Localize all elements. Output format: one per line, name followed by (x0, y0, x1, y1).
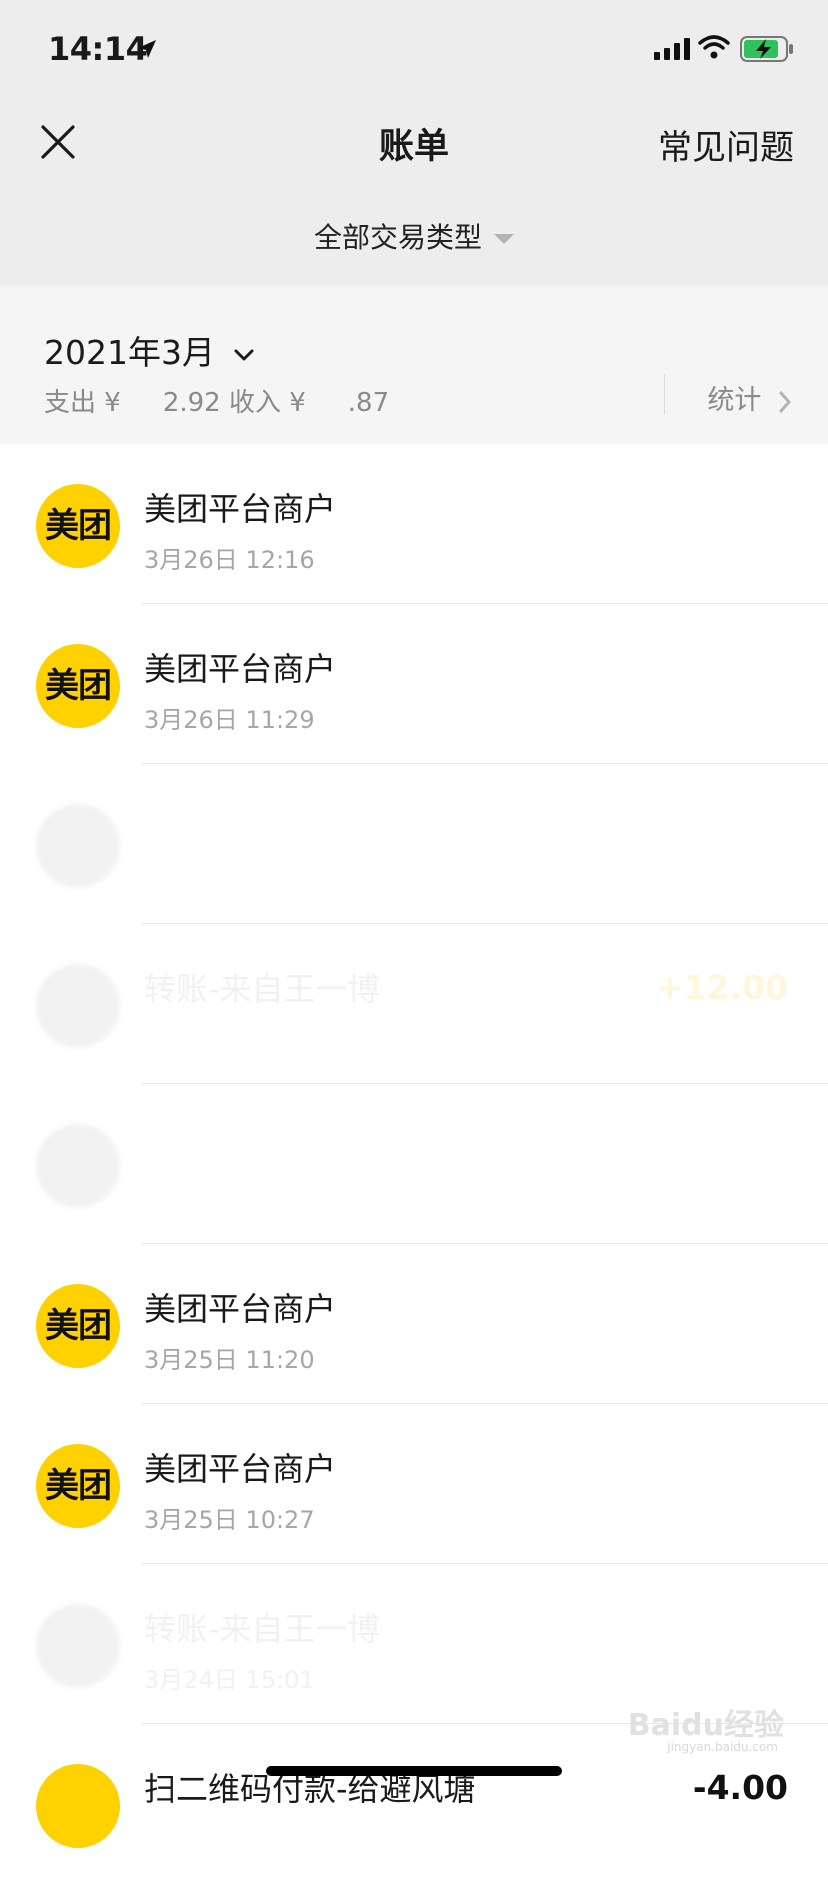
transaction-row[interactable]: 美团 美团平台商户 3月26日 12:16 (0, 444, 828, 604)
transaction-row[interactable] (0, 1084, 828, 1244)
caret-down-icon (494, 234, 514, 244)
income-label: 收入 ¥ (228, 388, 306, 418)
meituan-logo-icon: 美团 (36, 1444, 120, 1528)
transaction-datetime: 3月25日 11:20 (144, 1346, 315, 1374)
nav-bar: 账单 常见问题 全部交易类型 (0, 100, 828, 286)
transaction-datetime: 3月26日 12:16 (144, 546, 315, 574)
transaction-amount: -4.00 (692, 1768, 788, 1807)
transaction-row[interactable]: 美团 美团平台商户 3月25日 10:27 (0, 1404, 828, 1564)
expense-amount: 2.92 (162, 388, 221, 418)
stats-button[interactable]: 统计 (707, 378, 792, 417)
meituan-logo-icon: 美团 (36, 1284, 120, 1368)
status-time: 14:14 (48, 30, 148, 68)
chevron-right-icon (779, 391, 791, 412)
watermark-url: jingyan.baidu.com (667, 1740, 778, 1754)
location-arrow-icon (138, 40, 156, 58)
transaction-row[interactable]: 美团 美团平台商户 3月26日 11:29 (0, 604, 828, 764)
avatar (36, 964, 120, 1048)
faq-button[interactable]: 常见问题 (658, 120, 794, 169)
merchant-name: 美团平台商户 (144, 1450, 337, 1488)
status-bar: 14:14 (0, 0, 828, 100)
month-selector[interactable]: 2021年3月 (44, 326, 255, 374)
income-amount: .87 (347, 388, 390, 418)
home-indicator[interactable] (266, 1766, 562, 1776)
battery-charging-icon (740, 36, 793, 62)
filter-label: 全部交易类型 (313, 221, 482, 254)
redaction-mask (120, 391, 163, 416)
transaction-row[interactable] (0, 764, 828, 924)
transaction-type-filter[interactable]: 全部交易类型 (0, 216, 828, 256)
transaction-datetime: 3月25日 10:27 (144, 1506, 315, 1534)
merchant-name: 美团平台商户 (144, 650, 337, 688)
month-summary-bar: 2021年3月 支出 ¥ 2.92 收入 ¥ .87 统计 (0, 286, 828, 444)
expense-label: 支出 ¥ (44, 388, 121, 418)
merchant-name: 转账-来自王一博 (144, 1610, 380, 1648)
merchant-logo-icon (36, 1764, 120, 1848)
merchant-name: 美团平台商户 (144, 1290, 337, 1328)
avatar (36, 1124, 120, 1208)
transaction-datetime: 3月26日 11:29 (144, 706, 315, 734)
wifi-icon (698, 35, 730, 59)
meituan-logo-icon: 美团 (36, 644, 120, 728)
cellular-signal-icon (654, 38, 690, 60)
merchant-name: 转账-来自王一博 (144, 970, 380, 1008)
chevron-down-icon (234, 349, 254, 360)
transaction-row[interactable]: 美团 美团平台商户 3月25日 11:20 (0, 1244, 828, 1404)
month-label: 2021年3月 (44, 333, 215, 372)
merchant-name: 美团平台商户 (144, 490, 337, 528)
transaction-datetime: 3月24日 15:01 (144, 1666, 315, 1694)
transaction-row[interactable]: 转账-来自王一博 +12.00 (0, 924, 828, 1084)
avatar (36, 1604, 120, 1688)
stats-label: 统计 (707, 385, 762, 416)
transaction-amount: +12.00 (655, 968, 788, 1007)
month-summary: 支出 ¥ 2.92 收入 ¥ .87 (44, 382, 389, 419)
avatar (36, 804, 120, 888)
redaction-mask (305, 391, 348, 416)
meituan-logo-icon: 美团 (36, 484, 120, 568)
transaction-list: 美团 美团平台商户 3月26日 12:16 美团 美团平台商户 3月26日 11… (0, 444, 828, 1884)
divider (664, 374, 665, 414)
watermark-logo: Baidu经验 (627, 1708, 784, 1743)
